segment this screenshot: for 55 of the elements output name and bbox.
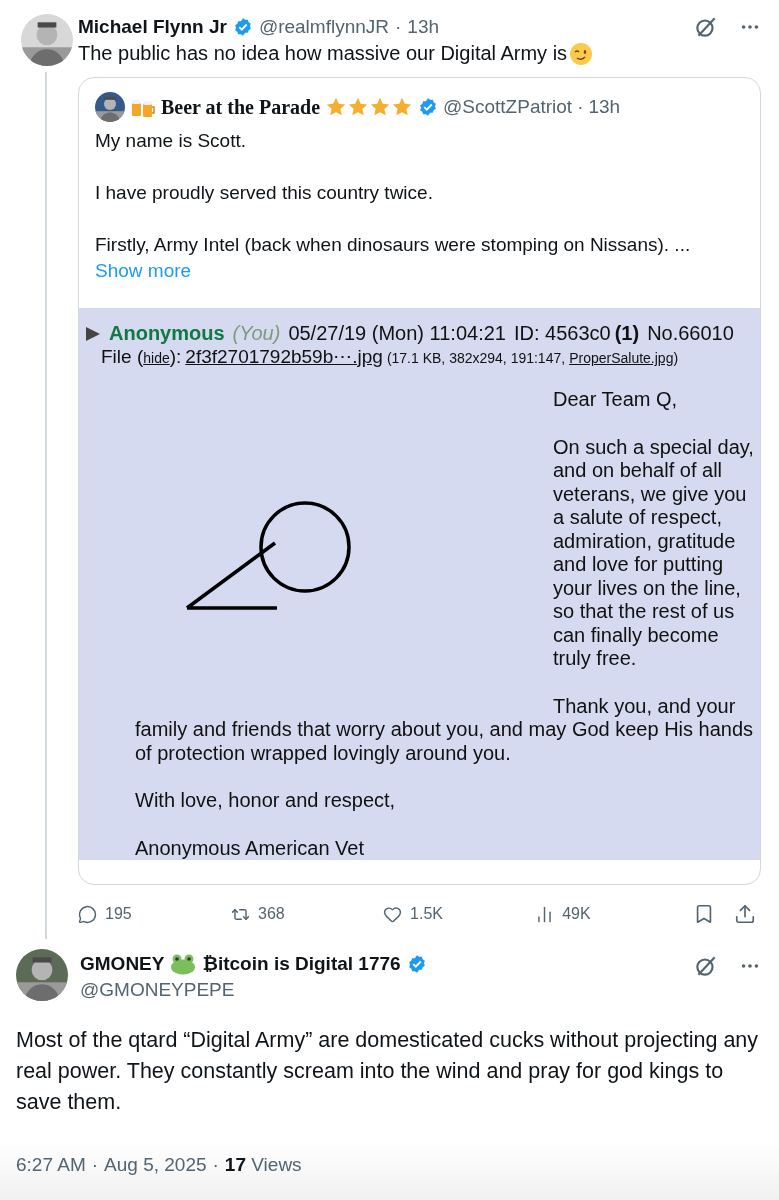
heart-icon — [383, 904, 403, 924]
quoted-paragraph: My name is Scott. — [95, 129, 247, 153]
reply-button[interactable]: 195 — [78, 904, 232, 924]
star-icon — [369, 96, 392, 118]
hide-link[interactable]: hide — [143, 350, 170, 366]
author-name[interactable]: Michael Flynn Jr — [78, 16, 227, 38]
you-tag: (You) — [232, 322, 281, 345]
letter-paragraph: family and friends that worry about you, and may God keep His hands of protection wrapped lovingly around you. — [135, 718, 755, 765]
quote-card[interactable] — [78, 77, 761, 885]
reply-icon — [78, 904, 97, 924]
post-time[interactable]: 6:27 AM — [16, 1154, 86, 1176]
separator: · — [212, 1154, 219, 1176]
file-info: (17.1 KB, 382x294, 191:147, — [386, 350, 566, 366]
like-button[interactable]: 1.5K — [383, 904, 536, 924]
post-date: 05/27/19 (Mon) 11:04:21 — [288, 322, 506, 345]
post-time[interactable]: 13h — [407, 16, 440, 38]
file-link[interactable]: 2f3f2701792b59b⋯.jpg — [185, 345, 383, 368]
quoted-paragraph: I have proudly served this country twice. — [95, 181, 434, 205]
author-name-suffix[interactable]: ₿itcoin is Digital 1776 — [202, 953, 401, 975]
quoted-author-handle[interactable]: @ScottZPatriot — [443, 96, 573, 118]
quoted-author-name[interactable]: Beer at the Parade — [161, 95, 321, 119]
letter-paragraph: Thank you, and your — [553, 694, 737, 718]
letter-paragraph: Dear Team Q, — [553, 388, 679, 412]
poster-name: Anonymous — [109, 322, 225, 345]
share-icon[interactable] — [734, 903, 757, 925]
letter-paragraph: With love, honor and respect, — [135, 789, 397, 813]
post-date[interactable]: Aug 5, 2025 — [104, 1154, 207, 1176]
wink-face-icon — [569, 41, 594, 66]
separator: · — [91, 1154, 99, 1176]
quoted-post-time: 13h — [588, 96, 621, 118]
separator: · — [395, 16, 402, 38]
reply-text: Most of the qtard “Digital Army” are domesticated cucks without projecting any real power. They constantly scream into the wind and pray for god kings to save them. — [16, 1027, 760, 1116]
letter-paragraph: On such a special day, and on behalf of all veterans, we give you a salute of respect, admiration, gratitude and love for putting your lives on the line, so that the rest of us can finally become truly free. — [553, 435, 755, 671]
separator: · — [577, 96, 584, 118]
star-icon — [347, 96, 370, 118]
star-icon — [391, 96, 414, 118]
repost-button[interactable]: 368 — [231, 904, 384, 924]
file-label-end: ): — [169, 346, 182, 368]
reply-count: (1) — [614, 322, 640, 345]
file-info-end: ) — [673, 350, 679, 366]
file-label: File ( — [101, 346, 144, 368]
views-button[interactable]: 49K — [535, 904, 689, 924]
poster-id: ID: 4563c0 — [513, 322, 611, 345]
view-count: 17 Views — [224, 1154, 302, 1176]
frog-face-icon — [170, 953, 197, 975]
post-number: No.66010 — [647, 322, 734, 345]
letter-paragraph: Anonymous American Vet — [135, 836, 365, 860]
star-icon — [325, 96, 348, 118]
quoted-paragraph: Firstly, Army Intel (back when dinosaurs were stomping on Nissans). ... — [95, 233, 692, 257]
author-name[interactable]: GMONEY — [80, 953, 165, 975]
post-text: The public has no idea how massive our Digital Army is — [78, 41, 568, 66]
original-filename-link[interactable]: ProperSalute.jpg — [569, 350, 674, 366]
author-handle[interactable]: @GMONEYPEPE — [80, 979, 427, 1001]
triangle-icon — [85, 325, 101, 342]
author-handle[interactable]: @realmflynnJR — [258, 16, 390, 38]
